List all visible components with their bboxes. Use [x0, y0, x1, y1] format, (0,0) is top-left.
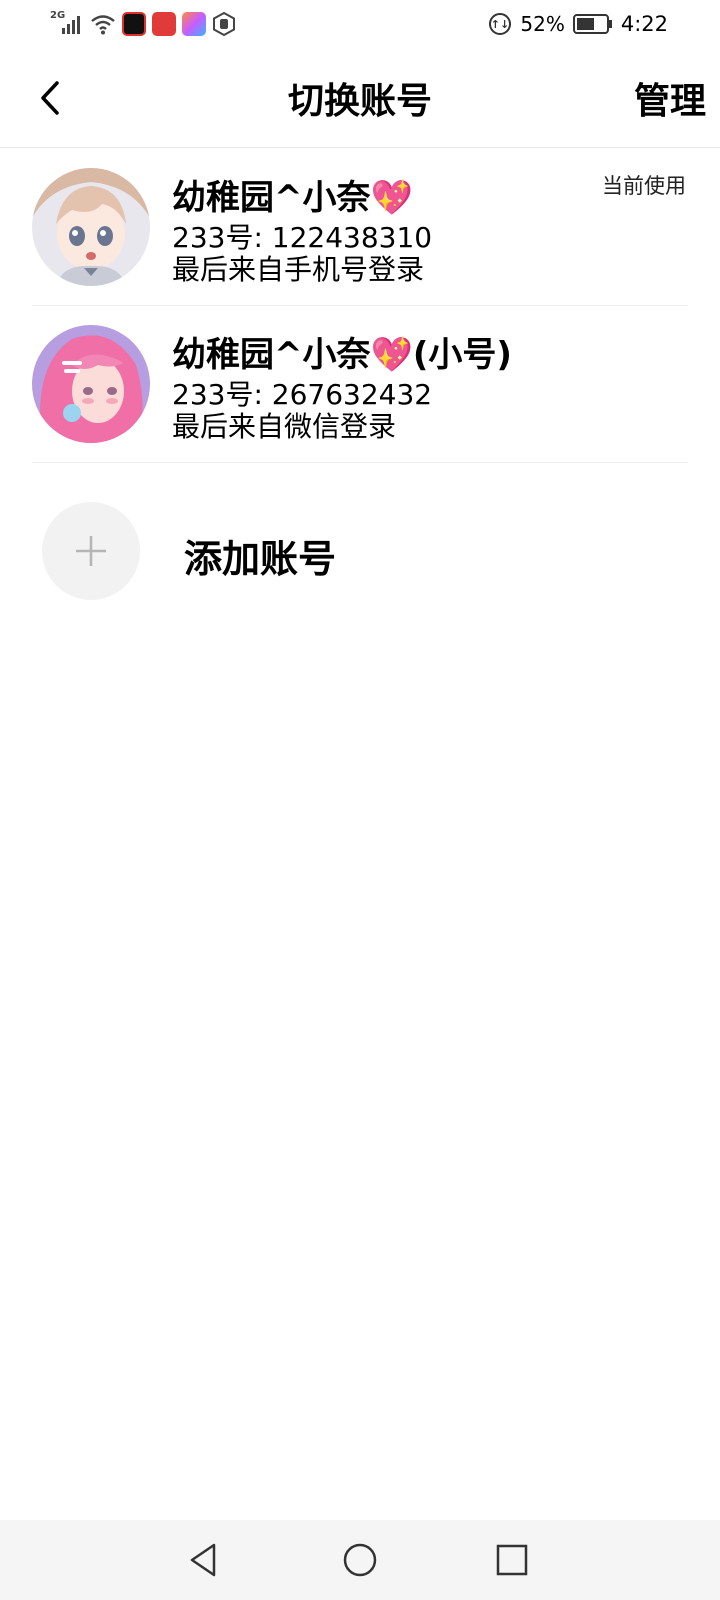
- header: 切换账号 管理: [0, 48, 720, 148]
- data-saver-icon: ↑↓: [488, 12, 512, 36]
- add-account-circle: [42, 502, 140, 600]
- divider: [32, 462, 688, 463]
- status-right-icons: ↑↓ 52% 4:22: [488, 10, 668, 38]
- account-item[interactable]: 幼稚园^小奈💖 233号: 122438310 最后来自手机号登录 当前使用: [0, 148, 720, 306]
- nav-recents-button[interactable]: [490, 1538, 534, 1582]
- back-triangle-icon: [190, 1543, 216, 1577]
- svg-text:↑↓: ↑↓: [491, 18, 509, 31]
- account-name: 幼稚园^小奈💖(小号): [172, 335, 512, 375]
- wifi-icon: [90, 12, 116, 36]
- status-left-icons: 2G: [50, 10, 236, 38]
- add-account-label: 添加账号: [184, 537, 337, 581]
- app-icon-1: [122, 12, 146, 36]
- account-login-method: 最后来自微信登录: [172, 410, 397, 443]
- home-circle-icon: [343, 1543, 377, 1577]
- clock: 4:22: [620, 12, 668, 36]
- battery-icon: [572, 13, 613, 35]
- battery-percent: 52%: [520, 12, 565, 36]
- add-account-button[interactable]: 添加账号: [0, 490, 720, 610]
- page-title: 切换账号: [287, 81, 432, 122]
- account-login-method: 最后来自手机号登录: [172, 253, 425, 286]
- signal-icon: 2G: [50, 10, 84, 36]
- nav-home-button[interactable]: [338, 1538, 382, 1582]
- account-item[interactable]: 幼稚园^小奈💖(小号) 233号: 267632432 最后来自微信登录: [0, 305, 720, 463]
- avatar: [32, 168, 150, 286]
- recents-square-icon: [496, 1544, 528, 1576]
- current-account-tag: 当前使用: [602, 174, 686, 198]
- app-icon-3: [182, 12, 206, 36]
- app-icon-2: [152, 12, 176, 36]
- nav-back-button[interactable]: [182, 1538, 226, 1582]
- navigation-bar: [0, 1520, 720, 1600]
- avatar: [32, 325, 150, 443]
- manage-button[interactable]: 管理: [634, 72, 706, 124]
- hand-icon: [212, 11, 236, 37]
- status-bar: 2G ↑↓ 52% 4:22: [0, 0, 720, 48]
- account-name: 幼稚园^小奈💖: [172, 178, 413, 218]
- plus-icon: [76, 536, 106, 566]
